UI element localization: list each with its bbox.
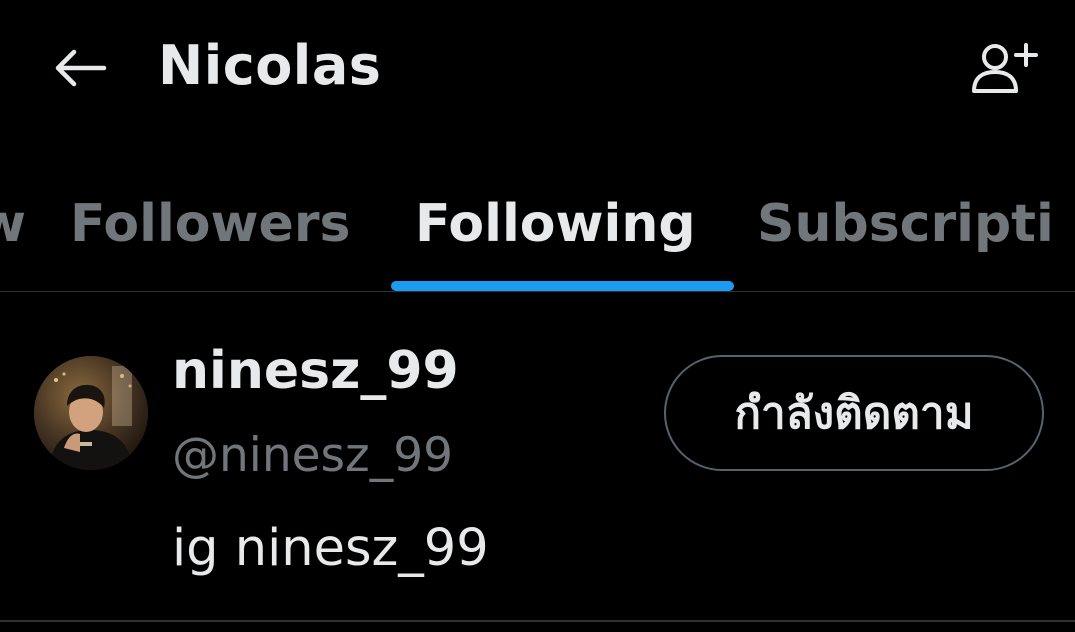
tab-following[interactable]: Following [415, 188, 696, 260]
user-handle: @ninesz_99 [172, 428, 454, 483]
user-list-item[interactable]: ninesz_99 @ninesz_99 ig ninesz_99 กำลังต… [0, 292, 1075, 622]
profile-tabs: w Followers Following Subscripti [0, 170, 1075, 292]
page-title: Nicolas [158, 34, 382, 97]
back-button[interactable] [50, 42, 110, 94]
arrow-left-icon [55, 49, 107, 87]
tab-previous[interactable]: w [0, 188, 26, 260]
tab-followers[interactable]: Followers [70, 188, 350, 260]
top-app-bar: Nicolas [0, 0, 1075, 140]
list-divider [0, 620, 1075, 622]
active-tab-indicator [391, 281, 734, 291]
user-display-name[interactable]: ninesz_99 [172, 336, 459, 406]
avatar[interactable] [34, 356, 148, 470]
tab-subscriptions[interactable]: Subscripti [757, 188, 1054, 260]
add-user-button[interactable] [966, 40, 1042, 98]
user-bio: ig ninesz_99 [172, 519, 489, 578]
person-plus-icon [972, 43, 1038, 93]
following-button[interactable]: กำลังติดตาม [664, 355, 1044, 471]
